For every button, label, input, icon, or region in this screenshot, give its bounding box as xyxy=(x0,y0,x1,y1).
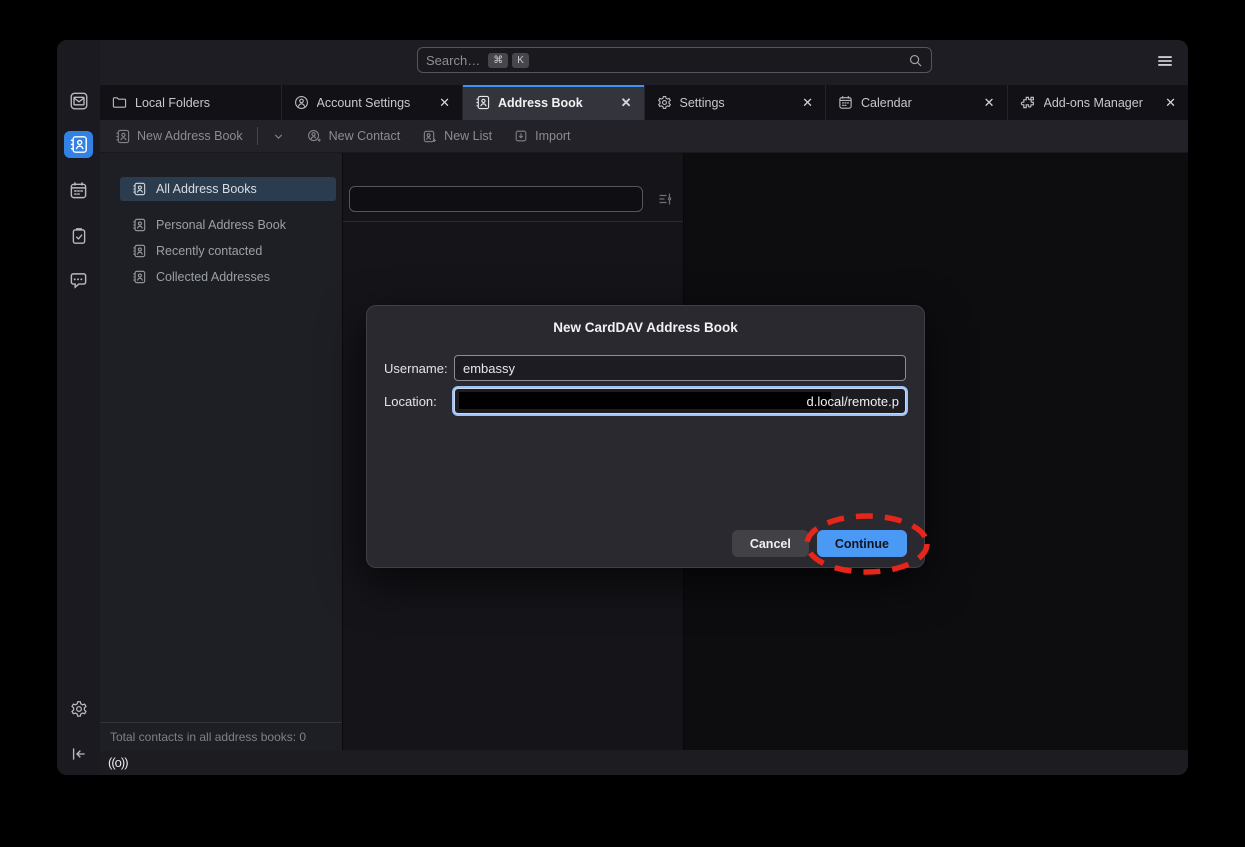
redaction-bar xyxy=(459,392,831,409)
new-contact-button[interactable]: New Contact xyxy=(307,129,401,144)
tab-label: Account Settings xyxy=(317,96,411,110)
tab-label: Calendar xyxy=(861,96,912,110)
continue-button[interactable]: Continue xyxy=(817,530,907,557)
new-address-book-label: New Address Book xyxy=(137,129,243,143)
space-address-book-button[interactable] xyxy=(64,131,93,158)
collapse-icon xyxy=(70,745,88,763)
network-status-icon: ((o)) xyxy=(108,755,128,770)
person-add-icon xyxy=(307,129,322,144)
address-book-icon xyxy=(132,270,146,284)
search-icon xyxy=(908,53,923,68)
puzzle-icon xyxy=(1020,95,1036,111)
close-icon[interactable]: ✕ xyxy=(437,95,452,111)
username-input[interactable] xyxy=(454,355,906,381)
dialog-buttons: Cancel Continue xyxy=(732,530,907,557)
tasks-icon xyxy=(70,227,88,245)
chat-icon xyxy=(69,271,88,290)
location-visible-text: d.local/remote.p xyxy=(807,394,900,409)
address-book-toolbar: New Address Book New Contact xyxy=(100,120,1188,153)
tab-label: Local Folders xyxy=(135,96,210,110)
account-icon xyxy=(294,95,309,110)
total-contacts-text: Total contacts in all address books: 0 xyxy=(110,730,306,744)
close-icon[interactable]: ✕ xyxy=(982,95,997,111)
tab-label: Settings xyxy=(680,96,725,110)
address-book-add-icon xyxy=(115,129,130,144)
username-row: Username: xyxy=(384,355,906,381)
k-keycap: K xyxy=(512,53,529,68)
cancel-button[interactable]: Cancel xyxy=(732,530,809,557)
tab-settings[interactable]: Settings ✕ xyxy=(645,85,827,120)
address-book-icon xyxy=(69,135,88,154)
tab-calendar[interactable]: Calendar ✕ xyxy=(826,85,1008,120)
list-item-label: Personal Address Book xyxy=(156,218,286,232)
list-item-label: Collected Addresses xyxy=(156,270,270,284)
close-icon[interactable]: ✕ xyxy=(1163,95,1178,111)
new-carddav-dialog: New CardDAV Address Book Username: Locat… xyxy=(366,305,925,568)
tab-local-folders[interactable]: Local Folders xyxy=(100,85,282,120)
spaces-collapse-button[interactable] xyxy=(64,740,93,767)
thunderbird-window: Search… ⌘ K xyxy=(57,40,1188,775)
list-item-collected-addresses[interactable]: Collected Addresses xyxy=(120,265,336,289)
titlebar: Search… ⌘ K xyxy=(100,40,1188,85)
new-list-button[interactable]: New List xyxy=(422,129,492,144)
cmd-keycap: ⌘ xyxy=(488,53,508,68)
display-options-icon[interactable] xyxy=(657,191,673,207)
folder-icon xyxy=(112,95,127,110)
location-label: Location: xyxy=(384,394,448,409)
tab-label: Address Book xyxy=(498,96,583,110)
space-tasks-button[interactable] xyxy=(64,222,93,249)
tab-bar: Local Folders Account Settings ✕ xyxy=(100,85,1188,120)
list-item-label: Recently contacted xyxy=(156,244,262,258)
mail-icon xyxy=(69,91,89,111)
close-icon[interactable]: ✕ xyxy=(619,95,634,111)
list-item-label: All Address Books xyxy=(156,182,257,196)
address-book-icon xyxy=(132,244,146,258)
divider xyxy=(257,127,258,145)
gear-icon xyxy=(657,95,672,110)
username-label: Username: xyxy=(384,361,448,376)
calendar-icon xyxy=(69,181,88,200)
calendar-icon xyxy=(838,95,853,110)
address-book-icon xyxy=(475,95,490,110)
contacts-count-footer: Total contacts in all address books: 0 xyxy=(100,722,342,750)
list-add-icon xyxy=(422,129,437,144)
list-item-all-address-books[interactable]: All Address Books xyxy=(120,177,336,201)
app-menu-button[interactable] xyxy=(1156,52,1174,70)
space-calendar-button[interactable] xyxy=(64,177,93,204)
location-row: Location: d.local/remote.p xyxy=(384,388,906,414)
new-contact-label: New Contact xyxy=(329,129,401,143)
global-search-bar[interactable]: Search… ⌘ K xyxy=(417,47,932,73)
new-address-book-button[interactable]: New Address Book xyxy=(115,127,285,145)
address-book-icon xyxy=(132,218,146,232)
import-icon xyxy=(514,129,528,143)
space-mail-button[interactable] xyxy=(64,87,93,114)
spaces-toolbar xyxy=(57,40,100,775)
spaces-settings-button[interactable] xyxy=(64,695,93,722)
gear-icon xyxy=(70,700,88,718)
new-list-label: New List xyxy=(444,129,492,143)
space-chat-button[interactable] xyxy=(64,267,93,294)
desktop: Search… ⌘ K xyxy=(0,0,1245,847)
tab-account-settings[interactable]: Account Settings ✕ xyxy=(282,85,464,120)
chevron-down-icon[interactable] xyxy=(272,130,285,143)
import-label: Import xyxy=(535,129,570,143)
address-books-pane: All Address Books Personal Address Book xyxy=(100,153,342,750)
tab-label: Add-ons Manager xyxy=(1044,96,1143,110)
tab-address-book[interactable]: Address Book ✕ xyxy=(463,85,645,120)
search-placeholder: Search… xyxy=(426,53,480,68)
tab-addons-manager[interactable]: Add-ons Manager ✕ xyxy=(1008,85,1189,120)
list-item-personal-address-book[interactable]: Personal Address Book xyxy=(120,213,336,237)
list-item-recently-contacted[interactable]: Recently contacted xyxy=(120,239,336,263)
contacts-search-input[interactable] xyxy=(349,186,643,212)
address-book-icon xyxy=(132,182,146,196)
address-book-list: All Address Books Personal Address Book xyxy=(100,177,342,291)
cards-pane-header xyxy=(343,153,683,222)
location-input[interactable]: d.local/remote.p xyxy=(454,388,906,414)
close-icon[interactable]: ✕ xyxy=(800,95,815,111)
status-bar: ((o)) xyxy=(100,750,1188,775)
dialog-title: New CardDAV Address Book xyxy=(367,320,924,335)
import-button[interactable]: Import xyxy=(514,129,570,143)
